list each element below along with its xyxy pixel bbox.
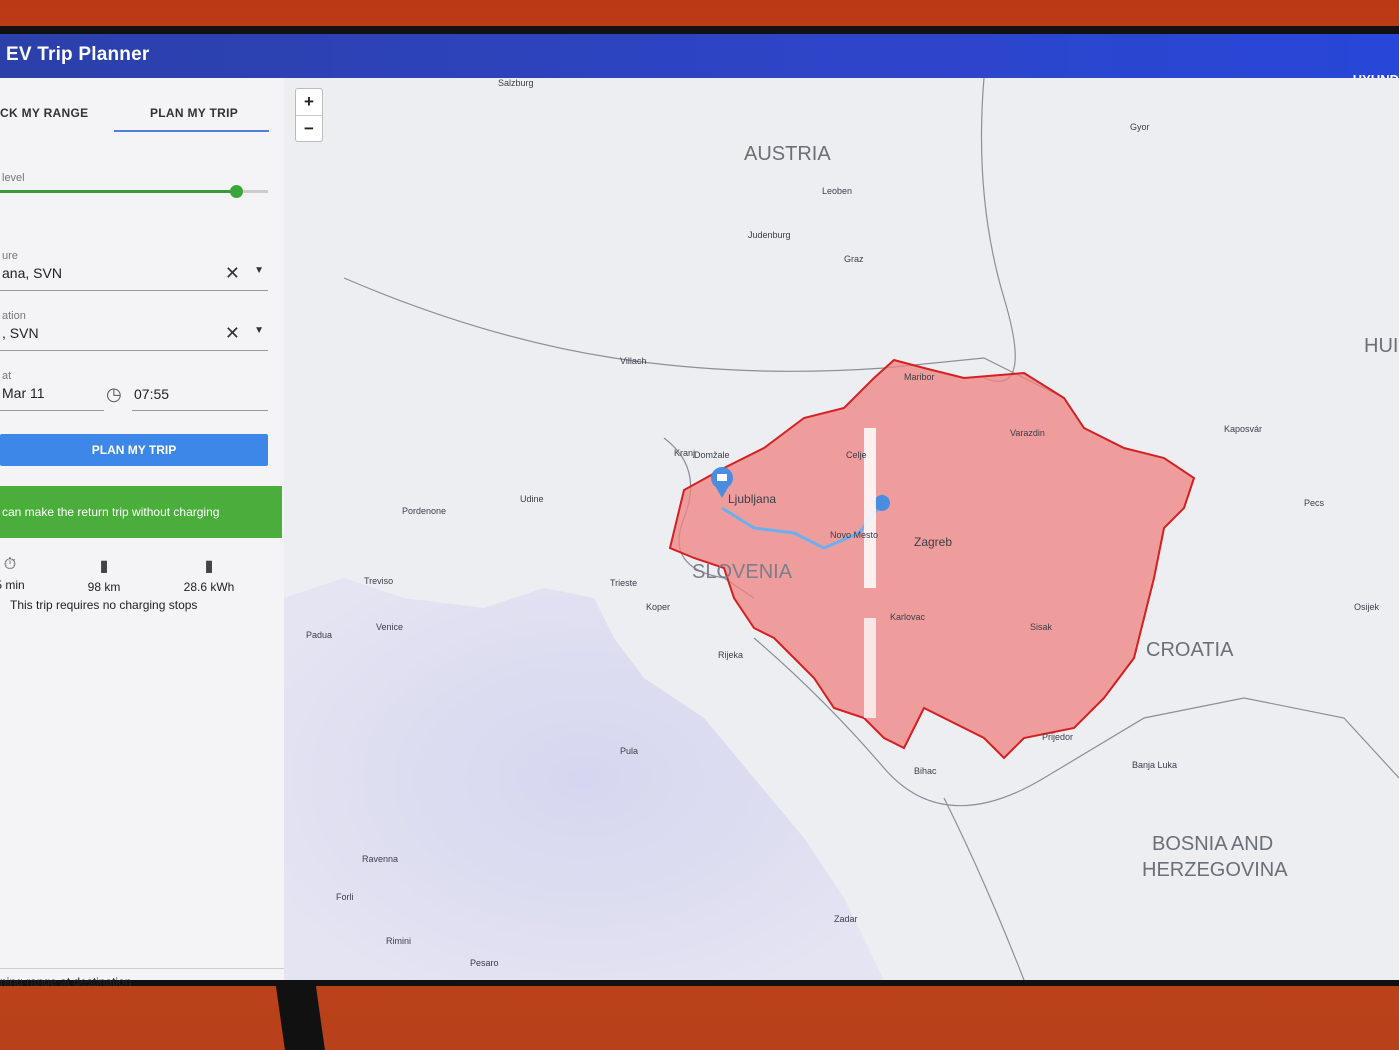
tab-check-range[interactable]: CK MY RANGE [0, 106, 88, 120]
city-label: Osijek [1354, 602, 1380, 612]
tab-bar: CK MY RANGE PLAN MY TRIP [0, 94, 284, 134]
city-label: Graz [844, 254, 864, 264]
country-label-bosnia: BOSNIA AND [1152, 833, 1273, 855]
divider [0, 968, 284, 969]
country-label-herzegovina: HERZEGOVINA [1142, 859, 1288, 881]
destination-field[interactable]: , SVN ✕ ▼ [0, 321, 268, 351]
map-view[interactable]: AUSTRIA SLOVENIA CROATIA BOSNIA AND HERZ… [284, 78, 1399, 980]
city-label: Rijeka [718, 650, 743, 660]
clear-icon[interactable]: ✕ [225, 323, 240, 344]
city-label: Pordenone [402, 506, 446, 516]
city-label: Rimini [386, 936, 411, 946]
city-label: Forli [336, 892, 354, 902]
city-label: Venice [376, 622, 403, 632]
departure-value: ana, SVN [2, 265, 62, 281]
tab-plan-trip[interactable]: PLAN MY TRIP [150, 106, 238, 120]
level-slider-thumb[interactable] [229, 185, 243, 198]
energy-value: 28.6 kWh [183, 580, 235, 594]
screen-glare [864, 618, 876, 718]
remaining-range-label: ning range at destination [0, 975, 132, 986]
level-slider[interactable] [0, 185, 268, 198]
level-slider-fill [0, 190, 236, 193]
city-label: Zagreb [914, 535, 952, 549]
clear-icon[interactable]: ✕ [225, 263, 240, 284]
city-label: Kranj [674, 448, 695, 458]
zoom-out-button[interactable]: − [296, 115, 322, 141]
city-label: Karlovac [890, 612, 926, 622]
destination-marker[interactable] [874, 495, 890, 511]
city-label: Padua [306, 630, 332, 640]
city-label: Udine [520, 494, 544, 504]
app-title: EV Trip Planner [6, 44, 150, 65]
date-field[interactable]: Mar 11 [0, 381, 104, 411]
city-label: Maribor [904, 372, 935, 382]
duration-stat: ⏱ 5 min [0, 556, 30, 592]
active-tab-indicator [114, 130, 269, 132]
charging-note: This trip requires no charging stops [10, 598, 198, 612]
result-banner: can make the return trip without chargin… [0, 486, 282, 538]
distance-value: 98 km [87, 580, 121, 594]
city-label: Prijedor [1042, 732, 1073, 742]
city-label: Bihac [914, 766, 937, 776]
country-label-austria: AUSTRIA [744, 143, 831, 165]
city-label: Leoben [822, 186, 852, 196]
country-label-croatia: CROATIA [1146, 639, 1234, 661]
city-label: Pesaro [470, 958, 499, 968]
city-label: Sisak [1030, 622, 1053, 632]
level-label: level [2, 172, 25, 184]
zoom-in-button[interactable]: + [296, 89, 322, 115]
city-label: Banja Luka [1132, 760, 1177, 770]
destination-value: , SVN [2, 325, 39, 341]
city-label: Gyor [1130, 122, 1150, 132]
chevron-down-icon[interactable]: ▼ [254, 325, 264, 336]
timer-icon: ⏱ [3, 556, 17, 573]
city-label: Treviso [364, 576, 393, 586]
city-label: Pula [620, 746, 638, 756]
city-label: Villach [620, 356, 646, 366]
time-value: 07:55 [134, 386, 170, 402]
screen: EV Trip Planner HYUND CK MY RANGE PLAN M… [0, 26, 1399, 986]
departure-field[interactable]: ana, SVN ✕ ▼ [0, 261, 268, 291]
distance-stat: ▮ 98 km [74, 556, 134, 594]
sidebar: CK MY RANGE PLAN MY TRIP level ure ana, … [0, 78, 284, 986]
city-label: Kaposvár [1224, 424, 1262, 434]
city-label: Domžale [694, 450, 730, 460]
city-label: Judenburg [748, 230, 791, 240]
country-label-hungary: HUI [1364, 335, 1398, 357]
city-label: Ravenna [362, 854, 398, 864]
city-label: Koper [646, 602, 670, 612]
country-label-slovenia: SLOVENIA [692, 561, 793, 583]
city-label: Celje [846, 450, 867, 460]
date-value: Mar 11 [2, 385, 45, 401]
city-label: Trieste [610, 578, 637, 588]
city-label: Pecs [1304, 498, 1325, 508]
city-label: Ljubljana [728, 492, 776, 506]
city-label: Varazdin [1010, 428, 1045, 438]
clock-icon: ◷ [106, 384, 122, 404]
chevron-down-icon[interactable]: ▼ [254, 265, 264, 276]
energy-stat: ▮ 28.6 kWh [176, 556, 242, 594]
road-icon: ▮ [99, 558, 109, 575]
city-label: Salzburg [498, 78, 534, 88]
time-field[interactable]: 07:55 [132, 381, 268, 411]
city-label: Zadar [834, 914, 858, 924]
plan-trip-button[interactable]: PLAN MY TRIP [0, 434, 268, 466]
city-label: Novo Mesto [830, 530, 878, 540]
battery-icon: ▮ [204, 558, 214, 575]
map-canvas[interactable]: AUSTRIA SLOVENIA CROATIA BOSNIA AND HERZ… [284, 78, 1399, 980]
zoom-control: + − [295, 88, 323, 142]
duration-value: 5 min [0, 578, 25, 592]
